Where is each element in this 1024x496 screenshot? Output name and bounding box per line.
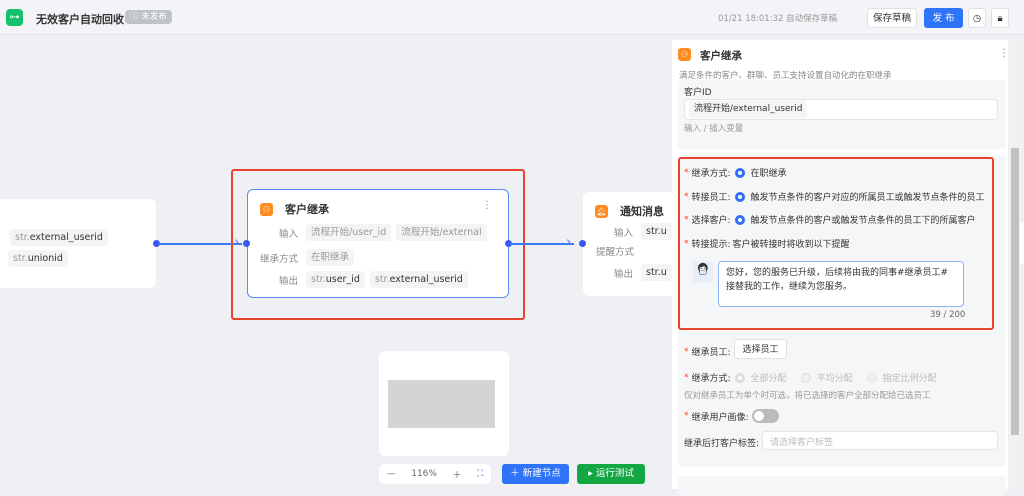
run-test-button[interactable]: ▸ 运行测试	[577, 464, 645, 484]
history-icon[interactable]: ◷	[968, 8, 986, 28]
zoom-controls: — 116% ＋ ⛶	[379, 464, 491, 484]
char-count: 39 / 200	[930, 310, 966, 320]
user-icon: ⚇	[678, 48, 691, 61]
more-icon[interactable]: ⋮	[482, 200, 492, 211]
radio-all[interactable]	[734, 372, 745, 383]
arrow-icon: ›	[566, 235, 572, 250]
avatar: 👩︎	[693, 262, 713, 282]
publish-button[interactable]: 发 布	[924, 8, 963, 28]
radio-average[interactable]	[800, 372, 811, 383]
zoom-in-icon[interactable]: ＋	[452, 468, 461, 481]
edge[interactable]	[158, 243, 242, 245]
new-node-button[interactable]: ＋ 新建节点	[502, 464, 569, 484]
portrait-toggle[interactable]	[751, 409, 779, 423]
customer-inherit-node[interactable]: ⚇ 客户继承 ⋮ 输入 流程开始/user_id 流程开始/external 继承方式…	[247, 189, 509, 298]
flow-title: 无效客户自动回收	[36, 13, 124, 26]
radio-ratio[interactable]	[866, 372, 877, 383]
autosave-text: 01/21 18:01:32 自动保存草稿	[718, 14, 838, 24]
status-badge: ⓘ 未发布	[125, 10, 172, 24]
edge[interactable]	[510, 243, 574, 245]
radio-inherit-mode[interactable]	[734, 167, 745, 178]
zoom-level: 116%	[411, 469, 437, 479]
message-textarea[interactable]: 您好，您的服务已升级，后续将由我的同事#继承员工#接替我的工作，继续为您服务。	[718, 261, 964, 307]
input-port[interactable]	[579, 240, 586, 247]
radio-transfer-staff[interactable]	[734, 191, 745, 202]
customer-id-input[interactable]: 流程开始/external_userid	[684, 99, 998, 120]
previous-node[interactable]: str.external_userid str.unionid	[0, 199, 156, 288]
radio-select-customer[interactable]	[734, 214, 745, 225]
customer-tag-select[interactable]: 请选择客户标签	[762, 431, 998, 450]
input-port[interactable]	[243, 240, 250, 247]
zoom-out-icon[interactable]: —	[387, 469, 396, 479]
fit-view-icon[interactable]: ⛶	[477, 469, 483, 479]
save-draft-button[interactable]: 保存草稿	[867, 8, 917, 28]
minimap[interactable]	[379, 351, 509, 456]
bell-icon: 🔔︎	[595, 204, 608, 218]
select-staff-button[interactable]: 选择员工	[734, 339, 787, 359]
app-logo-icon: ⊶	[6, 9, 23, 26]
lock-icon[interactable]: 🔒︎	[991, 8, 1009, 28]
panel-title: 客户继承	[700, 50, 742, 62]
panel-scrollbar[interactable]	[1010, 40, 1020, 489]
top-bar: ⊶ 无效客户自动回收 ⓘ 未发布 01/21 18:01:32 自动保存草稿 保…	[0, 0, 1024, 35]
minimap-viewport[interactable]	[388, 380, 495, 428]
user-icon: ⚇	[260, 202, 273, 216]
more-icon[interactable]: ⋮	[999, 48, 1009, 59]
